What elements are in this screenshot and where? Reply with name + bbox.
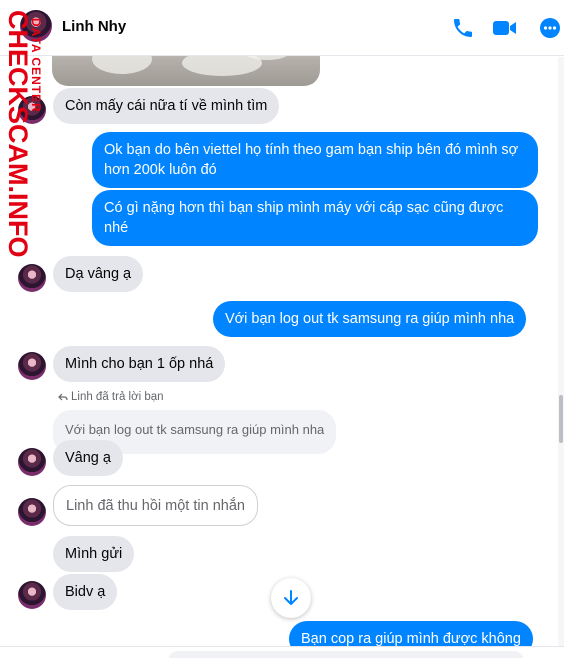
scrollbar-thumb[interactable] bbox=[559, 395, 563, 443]
outgoing-message[interactable]: Ok bạn do bên viettel họ tính theo gam b… bbox=[92, 132, 538, 188]
reply-arrow-icon bbox=[58, 393, 68, 401]
contact-avatar-small[interactable] bbox=[18, 498, 46, 526]
outgoing-message[interactable]: Có gì nặng hơn thì bạn ship mình máy với… bbox=[92, 190, 538, 246]
watermark-text: CHECKSCAM.INFO bbox=[3, 10, 33, 258]
incoming-message[interactable]: Vâng ạ bbox=[53, 440, 123, 476]
scrollbar-track[interactable] bbox=[558, 57, 564, 657]
reply-label: Linh đã trả lời bạn bbox=[71, 391, 164, 403]
phone-icon[interactable] bbox=[450, 16, 476, 40]
video-icon[interactable] bbox=[492, 16, 518, 40]
arrow-down-icon bbox=[284, 590, 298, 605]
contact-avatar-small[interactable] bbox=[18, 448, 46, 476]
incoming-message[interactable]: Mình cho bạn 1 ốp nhá bbox=[53, 346, 226, 382]
recalled-message: Linh đã thu hồi một tin nhắn bbox=[53, 485, 258, 526]
incoming-message[interactable]: Còn mấy cái nữa tí về mình tìm bbox=[53, 88, 280, 124]
chat-header: Linh Nhy bbox=[0, 0, 564, 56]
contact-name[interactable]: Linh Nhy bbox=[62, 18, 126, 35]
chat-window: Linh Nhy CHECKSCAM.INFO DATA CENTER Còn … bbox=[0, 0, 564, 658]
outgoing-message[interactable]: Với bạn log out tk samsung ra giúp mình … bbox=[213, 301, 527, 337]
scroll-down-button[interactable] bbox=[271, 578, 311, 618]
incoming-message[interactable]: Mình gửi bbox=[53, 536, 135, 572]
composer-bar bbox=[0, 646, 564, 658]
incoming-message[interactable]: Dạ vâng ạ bbox=[53, 256, 144, 292]
message-input[interactable] bbox=[168, 651, 524, 658]
more-icon[interactable] bbox=[537, 16, 563, 40]
contact-avatar-small[interactable] bbox=[18, 581, 46, 609]
contact-avatar-small[interactable] bbox=[18, 264, 46, 292]
incoming-message[interactable]: Bidv ạ bbox=[53, 574, 118, 610]
watermark-subtext: DATA CENTER bbox=[29, 18, 43, 113]
contact-avatar-small[interactable] bbox=[18, 352, 46, 380]
